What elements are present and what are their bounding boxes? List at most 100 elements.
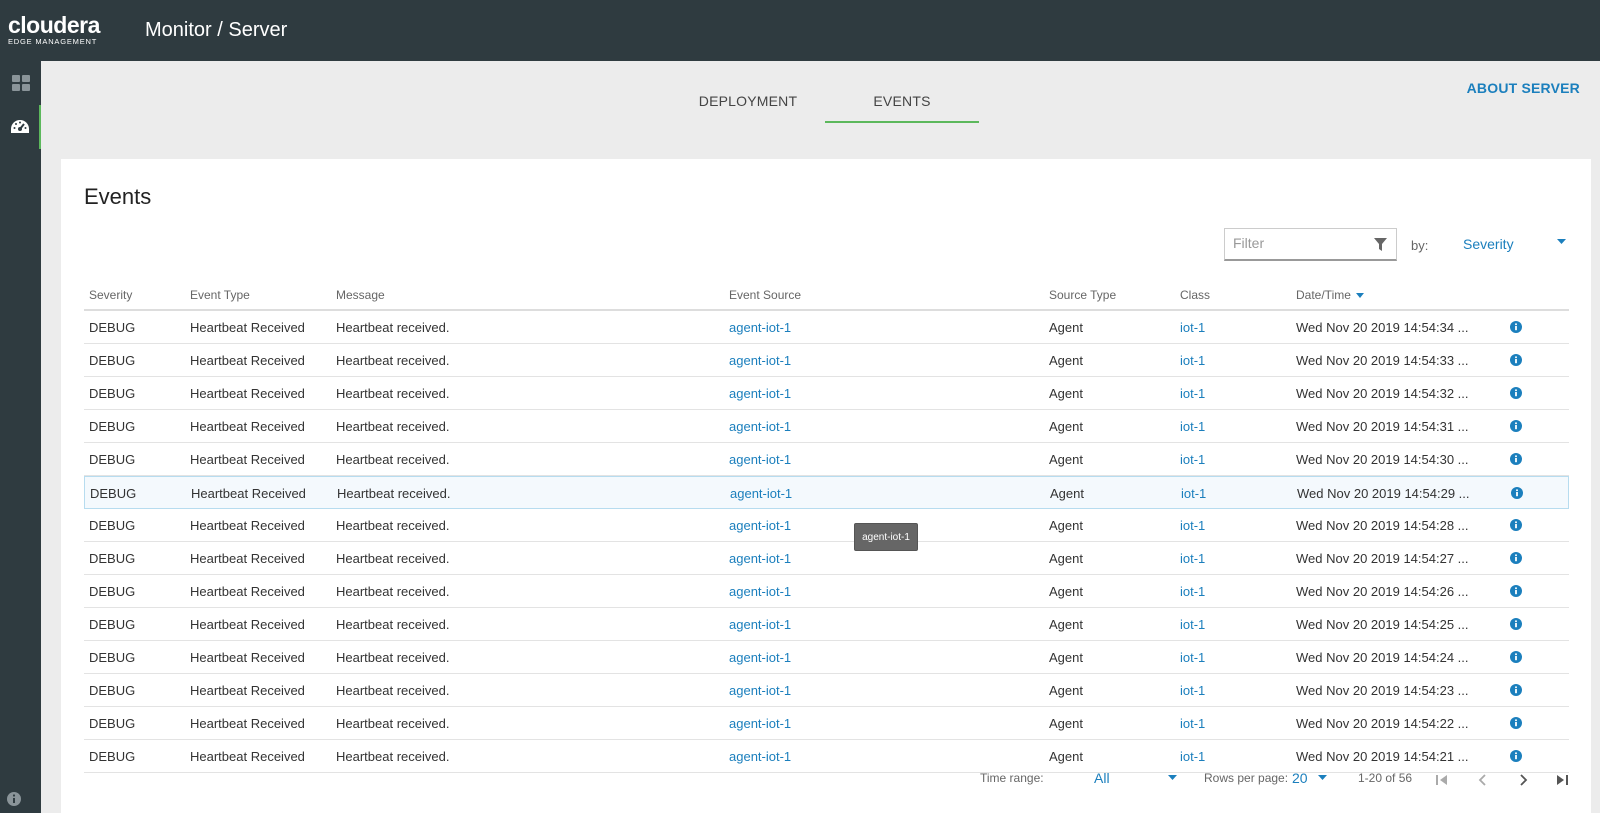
cell-class[interactable]: iot-1 <box>1180 452 1205 467</box>
cell-event-source[interactable]: agent-iot-1 <box>729 518 791 533</box>
table-row[interactable]: DEBUG Heartbeat Received Heartbeat receive… <box>84 641 1569 674</box>
cell-message: Heartbeat received. <box>336 617 450 632</box>
cell-source-type: Agent <box>1049 419 1083 434</box>
row-info-icon[interactable] <box>1510 354 1522 366</box>
row-info-icon[interactable] <box>1510 651 1522 663</box>
cloudera-logo[interactable]: cloudera EDGE MANAGEMENT <box>8 14 108 48</box>
column-header-severity[interactable]: Severity <box>89 288 132 302</box>
row-info-icon[interactable] <box>1510 420 1522 432</box>
cell-event-source[interactable]: agent-iot-1 <box>729 386 791 401</box>
cell-class[interactable]: iot-1 <box>1180 320 1205 335</box>
sort-desc-icon <box>1356 293 1365 299</box>
table-row[interactable]: DEBUG Heartbeat Received Heartbeat receive… <box>84 707 1569 740</box>
cell-message: Heartbeat received. <box>336 353 450 368</box>
column-header-event-type[interactable]: Event Type <box>190 288 250 302</box>
column-header-date-time[interactable]: Date/Time <box>1296 288 1365 302</box>
cell-class[interactable]: iot-1 <box>1181 486 1206 501</box>
cell-event-source[interactable]: agent-iot-1 <box>729 584 791 599</box>
filter-by-select[interactable]: Severity <box>1463 236 1566 252</box>
cell-event-source[interactable]: agent-iot-1 <box>730 486 792 501</box>
cell-event-source[interactable]: agent-iot-1 <box>729 419 791 434</box>
cell-class[interactable]: iot-1 <box>1180 386 1205 401</box>
cell-date-time: Wed Nov 20 2019 14:54:29 ... <box>1297 486 1470 501</box>
info-icon[interactable] <box>6 791 22 807</box>
pagination-bar: Time range: All Rows per page: 20 1-20 o… <box>61 763 1591 803</box>
time-range-caret-icon[interactable] <box>1168 775 1177 781</box>
row-info-icon[interactable] <box>1510 453 1522 465</box>
row-info-icon[interactable] <box>1510 618 1522 630</box>
cell-event-source[interactable]: agent-iot-1 <box>729 617 791 632</box>
row-info-icon[interactable] <box>1510 684 1522 696</box>
column-header-source-type[interactable]: Source Type <box>1049 288 1116 302</box>
filter-funnel-icon[interactable] <box>1374 238 1387 251</box>
cell-message: Heartbeat received. <box>336 749 450 764</box>
cell-class[interactable]: iot-1 <box>1180 518 1205 533</box>
tab-deployment[interactable]: DEPLOYMENT <box>671 80 825 123</box>
cell-class[interactable]: iot-1 <box>1180 716 1205 731</box>
left-nav-rail <box>0 61 41 813</box>
table-row[interactable]: DEBUG Heartbeat Received Heartbeat receive… <box>84 608 1569 641</box>
cell-event-source[interactable]: agent-iot-1 <box>729 650 791 665</box>
cell-date-time: Wed Nov 20 2019 14:54:30 ... <box>1296 452 1469 467</box>
prev-page-icon[interactable] <box>1475 772 1491 788</box>
table-row[interactable]: DEBUG Heartbeat Received Heartbeat receive… <box>84 509 1569 542</box>
column-header-message[interactable]: Message <box>336 288 385 302</box>
row-info-icon[interactable] <box>1510 585 1522 597</box>
cell-event-source[interactable]: agent-iot-1 <box>729 716 791 731</box>
row-info-icon[interactable] <box>1510 552 1522 564</box>
column-header-class[interactable]: Class <box>1180 288 1210 302</box>
about-server-link[interactable]: ABOUT SERVER <box>1467 80 1580 96</box>
cell-date-time: Wed Nov 20 2019 14:54:28 ... <box>1296 518 1469 533</box>
cell-severity: DEBUG <box>89 452 136 467</box>
cell-message: Heartbeat received. <box>336 551 450 566</box>
filter-input[interactable] <box>1233 229 1373 257</box>
table-row[interactable]: DEBUG Heartbeat Received Heartbeat receive… <box>84 443 1569 476</box>
table-row[interactable]: DEBUG Heartbeat Received Heartbeat receive… <box>84 377 1569 410</box>
row-info-icon[interactable] <box>1510 519 1522 531</box>
cell-class[interactable]: iot-1 <box>1180 650 1205 665</box>
table-row[interactable]: DEBUG Heartbeat Received Heartbeat receive… <box>84 542 1569 575</box>
row-info-icon[interactable] <box>1510 387 1522 399</box>
table-row[interactable]: DEBUG Heartbeat Received Heartbeat receive… <box>84 575 1569 608</box>
cell-class[interactable]: iot-1 <box>1180 584 1205 599</box>
cell-event-source[interactable]: agent-iot-1 <box>729 749 791 764</box>
cell-message: Heartbeat received. <box>336 518 450 533</box>
cell-class[interactable]: iot-1 <box>1180 683 1205 698</box>
cell-class[interactable]: iot-1 <box>1180 617 1205 632</box>
cell-source-type: Agent <box>1049 320 1083 335</box>
table-row[interactable]: DEBUG Heartbeat Received Heartbeat receive… <box>84 476 1569 509</box>
cell-event-source[interactable]: agent-iot-1 <box>729 353 791 368</box>
last-page-icon[interactable] <box>1554 772 1570 788</box>
table-row[interactable]: DEBUG Heartbeat Received Heartbeat receive… <box>84 344 1569 377</box>
dashboard-grid-icon <box>11 75 30 91</box>
cell-class[interactable]: iot-1 <box>1180 749 1205 764</box>
nav-monitor[interactable] <box>0 105 41 149</box>
cell-severity: DEBUG <box>89 386 136 401</box>
table-row[interactable]: DEBUG Heartbeat Received Heartbeat receive… <box>84 311 1569 344</box>
column-header-event-source[interactable]: Event Source <box>729 288 801 302</box>
tab-events[interactable]: EVENTS <box>825 80 979 123</box>
next-page-icon[interactable] <box>1515 772 1531 788</box>
cell-class[interactable]: iot-1 <box>1180 353 1205 368</box>
row-info-icon[interactable] <box>1511 487 1523 499</box>
time-range-select[interactable]: All <box>1094 770 1110 786</box>
cell-message: Heartbeat received. <box>336 320 450 335</box>
logo-subtitle: EDGE MANAGEMENT <box>8 37 98 46</box>
cell-event-source[interactable]: agent-iot-1 <box>729 683 791 698</box>
cell-event-type: Heartbeat Received <box>190 320 305 335</box>
cell-class[interactable]: iot-1 <box>1180 419 1205 434</box>
table-row[interactable]: DEBUG Heartbeat Received Heartbeat receive… <box>84 410 1569 443</box>
first-page-icon[interactable] <box>1434 772 1450 788</box>
row-info-icon[interactable] <box>1510 750 1522 762</box>
cell-event-source[interactable]: agent-iot-1 <box>729 452 791 467</box>
rows-per-page-select[interactable]: 20 <box>1292 770 1308 786</box>
cell-event-source[interactable]: agent-iot-1 <box>729 551 791 566</box>
nav-dashboard[interactable] <box>0 61 41 105</box>
rows-per-page-caret-icon[interactable] <box>1318 775 1327 781</box>
table-row[interactable]: DEBUG Heartbeat Received Heartbeat receive… <box>84 674 1569 707</box>
row-info-icon[interactable] <box>1510 717 1522 729</box>
cell-severity: DEBUG <box>89 551 136 566</box>
row-info-icon[interactable] <box>1510 321 1522 333</box>
cell-event-source[interactable]: agent-iot-1 <box>729 320 791 335</box>
cell-class[interactable]: iot-1 <box>1180 551 1205 566</box>
